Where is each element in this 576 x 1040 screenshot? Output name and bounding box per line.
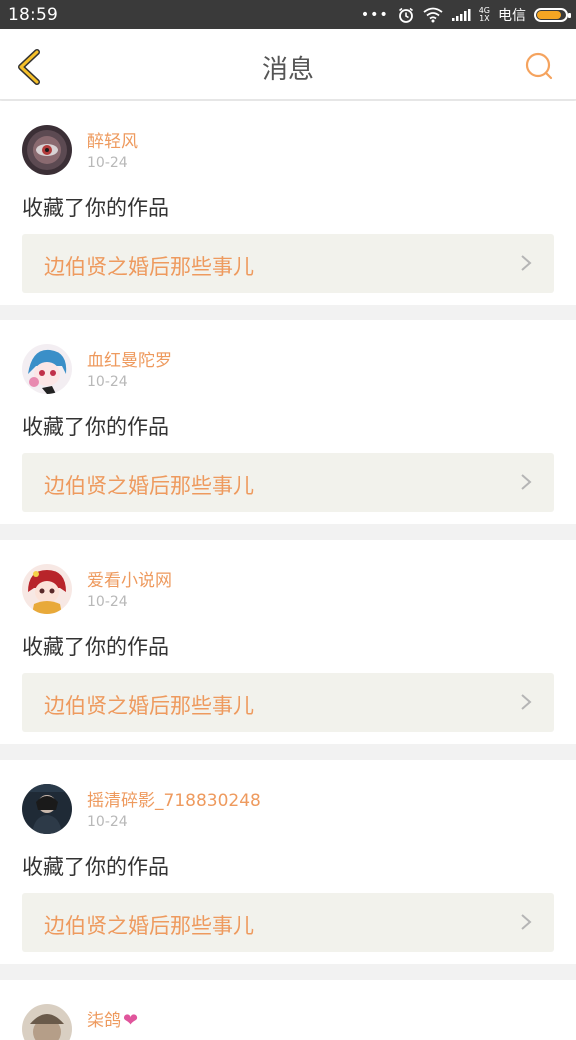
action-text: 收藏了你的作品 [22, 635, 169, 659]
work-link[interactable]: 边伯贤之婚后那些事儿 [22, 893, 554, 952]
avatar[interactable] [22, 125, 72, 175]
username[interactable]: 摇清碎影_718830248 [87, 786, 261, 811]
message-card: 血红曼陀罗 10-24 收藏了你的作品 边伯贤之婚后那些事儿 [0, 320, 576, 524]
chevron-right-icon [521, 255, 532, 271]
status-icons: ••• 4G 1X 电信 [360, 5, 571, 25]
signal-icon [451, 8, 471, 22]
message-card: 柒鸽 ❤ [0, 980, 576, 1040]
message-card: 摇清碎影_718830248 10-24 收藏了你的作品 边伯贤之婚后那些事儿 [0, 760, 576, 964]
work-title: 边伯贤之婚后那些事儿 [44, 914, 254, 938]
chevron-right-icon [521, 694, 532, 710]
alarm-icon [397, 6, 415, 24]
username[interactable]: 血红曼陀罗 [87, 346, 172, 371]
message-card: 爱看小说网 10-24 收藏了你的作品 边伯贤之婚后那些事儿 [0, 540, 576, 744]
work-title: 边伯贤之婚后那些事儿 [44, 474, 254, 498]
avatar[interactable] [22, 784, 72, 834]
page-title: 消息 [261, 55, 314, 85]
status-time: 18:59 [8, 4, 58, 25]
carrier-label: 电信 [498, 7, 526, 24]
work-title: 边伯贤之婚后那些事儿 [44, 255, 254, 279]
status-bar: 18:59 ••• 4G 1X 电信 [0, 0, 576, 29]
message-date: 10-24 [87, 814, 128, 830]
work-title: 边伯贤之婚后那些事儿 [44, 694, 254, 718]
work-link[interactable]: 边伯贤之婚后那些事儿 [22, 453, 554, 512]
battery-icon [534, 7, 571, 22]
username-text: 柒鸽 [87, 1011, 121, 1031]
username[interactable]: 爱看小说网 [87, 566, 172, 591]
username[interactable]: 柒鸽 ❤ [87, 1006, 138, 1031]
avatar[interactable] [22, 1004, 72, 1040]
search-button[interactable] [522, 49, 556, 83]
battery-level [537, 10, 561, 19]
action-text: 收藏了你的作品 [22, 196, 169, 220]
heart-icon: ❤ [123, 1010, 139, 1031]
wifi-icon [423, 7, 443, 23]
message-date: 10-24 [87, 374, 128, 390]
app-header: 消息 [0, 29, 576, 100]
work-link[interactable]: 边伯贤之婚后那些事儿 [22, 673, 554, 732]
more-dots: ••• [360, 6, 389, 23]
search-icon [525, 52, 553, 80]
network-type: 4G 1X [479, 6, 490, 23]
message-date: 10-24 [87, 594, 128, 610]
avatar[interactable] [22, 564, 72, 614]
network-type-bottom: 1X [479, 13, 490, 23]
chevron-right-icon [521, 474, 532, 490]
chevron-right-icon [521, 914, 532, 930]
message-date: 10-24 [87, 155, 128, 171]
avatar[interactable] [22, 344, 72, 394]
action-text: 收藏了你的作品 [22, 855, 169, 879]
message-card: 醉轻风 10-24 收藏了你的作品 边伯贤之婚后那些事儿 [0, 101, 576, 305]
username[interactable]: 醉轻风 [87, 127, 138, 152]
action-text: 收藏了你的作品 [22, 415, 169, 439]
work-link[interactable]: 边伯贤之婚后那些事儿 [22, 234, 554, 293]
